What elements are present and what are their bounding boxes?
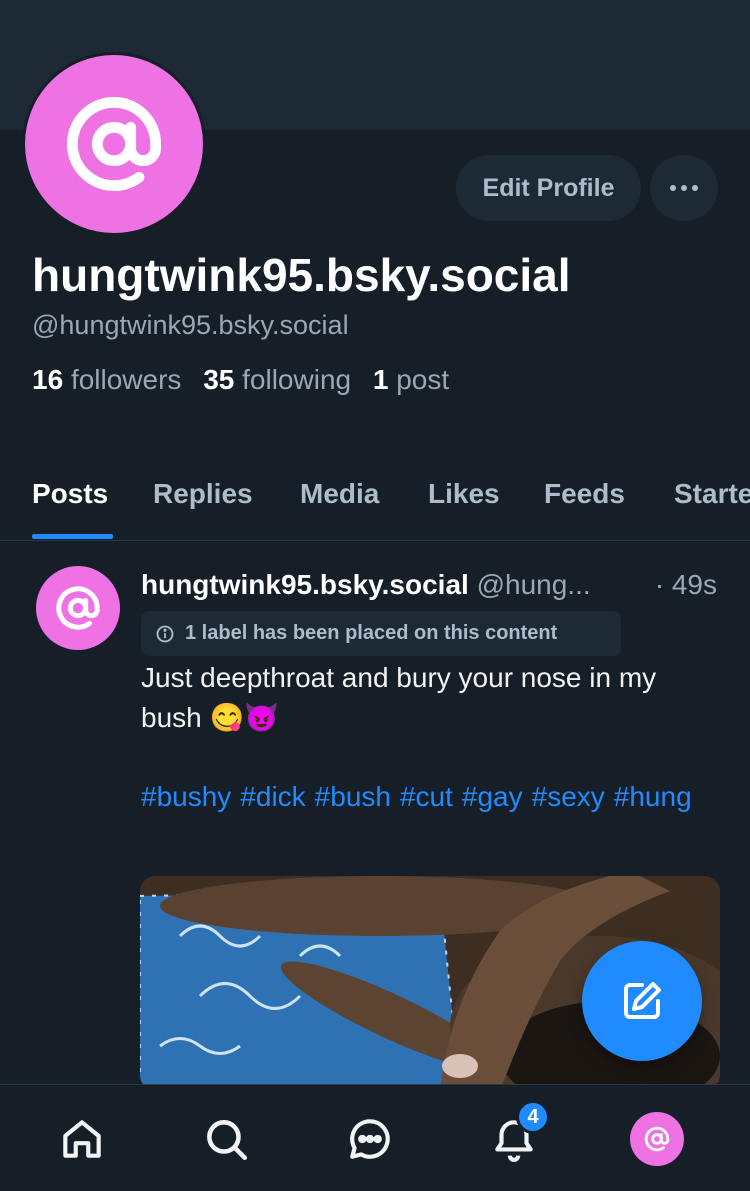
at-sign-icon	[66, 96, 162, 192]
active-tab-indicator	[32, 534, 113, 539]
hashtag-link[interactable]: #sexy	[532, 781, 605, 812]
nav-chat[interactable]	[342, 1111, 398, 1167]
nav-profile[interactable]	[629, 1111, 685, 1167]
followers-count: 16	[32, 364, 64, 395]
more-icon	[670, 185, 698, 191]
search-icon	[207, 1120, 248, 1161]
profile-avatar[interactable]	[22, 52, 206, 236]
chat-icon	[350, 1119, 390, 1159]
post-hashtags: #bushy #dick #bush #cut #gay #sexy #hung	[141, 777, 721, 817]
post-author-handle[interactable]: @hung...	[477, 569, 591, 600]
hashtag-link[interactable]: #bushy	[141, 781, 231, 812]
post-timestamp[interactable]: · 49s	[655, 569, 717, 601]
profile-display-name: hungtwink95.bsky.social	[32, 249, 571, 301]
at-sign-icon	[56, 586, 100, 630]
post-author-avatar[interactable]	[36, 566, 120, 650]
followers-label: followers	[70, 364, 182, 395]
at-sign-icon	[644, 1126, 670, 1152]
info-icon	[156, 625, 174, 642]
post-time-separator: ·	[654, 569, 665, 600]
notification-badge: 4	[516, 1100, 550, 1134]
profile-avatar-small	[630, 1112, 684, 1166]
tab-feeds[interactable]: Feeds	[544, 478, 625, 510]
hashtag-link[interactable]: #cut	[400, 781, 453, 812]
post-author-name[interactable]: hungtwink95.bsky.social	[141, 569, 469, 600]
nav-home[interactable]	[54, 1111, 110, 1167]
hashtag-link[interactable]: #bush	[315, 781, 391, 812]
bottom-navigation	[0, 1084, 750, 1191]
tab-likes[interactable]: Likes	[428, 478, 500, 510]
more-options-button[interactable]	[650, 155, 718, 221]
hashtag-link[interactable]: #gay	[462, 781, 523, 812]
content-label-notice[interactable]: 1 label has been placed on this content	[141, 611, 621, 656]
profile-stats: 16 followers 35 following 1 post	[32, 364, 449, 396]
post-time-value: 49s	[671, 569, 717, 600]
profile-handle: @hungtwink95.bsky.social	[32, 310, 349, 340]
tab-posts[interactable]: Posts	[32, 478, 108, 510]
edit-profile-button[interactable]: Edit Profile	[456, 155, 641, 221]
label-notice-text: 1 label has been placed on this content	[185, 622, 558, 644]
home-icon	[63, 1120, 101, 1158]
tab-replies[interactable]: Replies	[153, 478, 253, 510]
nav-search[interactable]	[198, 1111, 254, 1167]
followers-link[interactable]: 16 followers	[32, 364, 181, 395]
profile-tabs: Posts Replies Media Likes Feeds Starter …	[0, 470, 750, 541]
compose-icon	[624, 982, 661, 1019]
post-text: Just deepthroat and bury your nose in my…	[141, 662, 657, 733]
posts-label: post	[396, 364, 450, 395]
following-link[interactable]: 35 following	[203, 364, 351, 395]
tab-media[interactable]: Media	[300, 478, 379, 510]
posts-count: 1	[372, 364, 389, 395]
post-header: hungtwink95.bsky.social @hung... · 49s	[141, 569, 721, 601]
following-count: 35	[203, 364, 235, 395]
compose-post-button[interactable]	[582, 941, 702, 1061]
following-label: following	[242, 364, 352, 395]
hashtag-link[interactable]: #hung	[614, 781, 692, 812]
tab-starter-packs[interactable]: Starter Packs	[674, 478, 750, 510]
hashtag-link[interactable]: #dick	[240, 781, 305, 812]
